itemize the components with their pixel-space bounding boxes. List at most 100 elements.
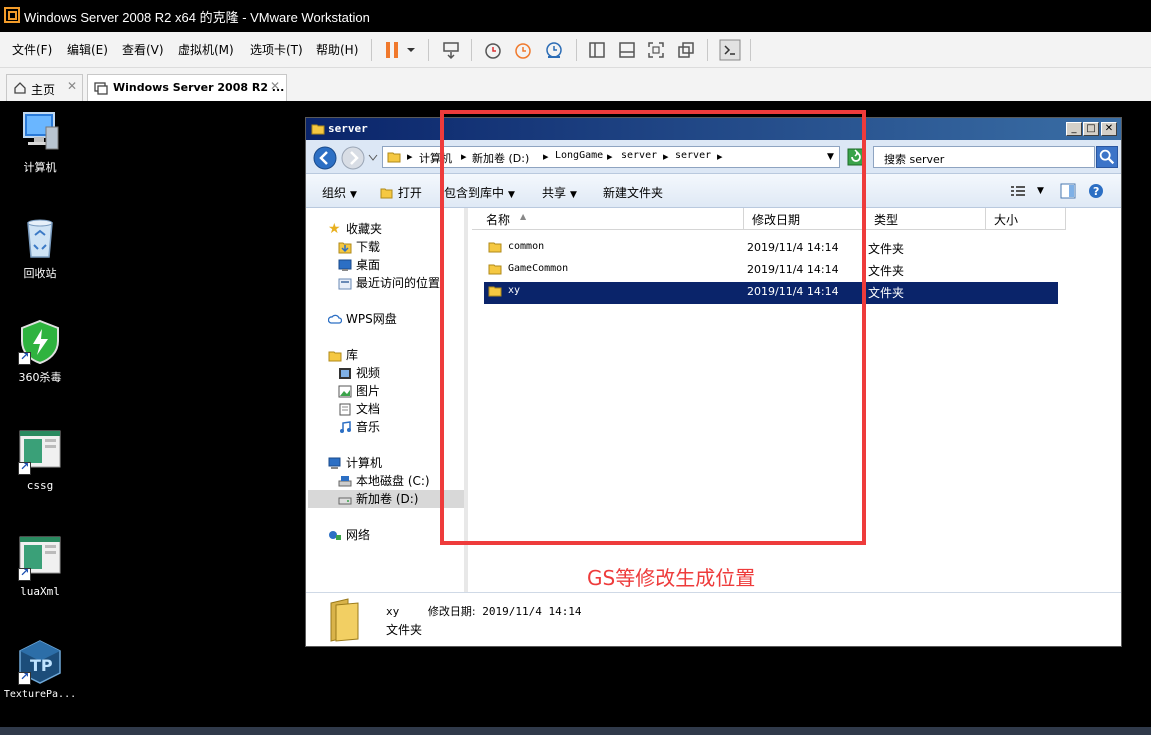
column-header-name[interactable]: 名称 ▲ xyxy=(472,208,744,230)
cloud-icon xyxy=(328,314,342,324)
breadcrumb-computer[interactable]: 计算机 xyxy=(419,150,452,166)
thumbnail-bar-icon[interactable] xyxy=(617,40,637,60)
maximize-button[interactable]: □ xyxy=(1083,122,1099,136)
desktop-icon-texturepacker[interactable]: TP TexturePa... xyxy=(0,639,80,700)
guest-taskbar xyxy=(0,727,1151,735)
organize-button[interactable]: 组织 ▼ xyxy=(322,184,357,201)
refresh-icon[interactable] xyxy=(847,148,865,166)
desktop-icon-cssg[interactable]: cssg xyxy=(0,429,80,492)
menu-help[interactable]: 帮助(H) xyxy=(316,41,358,58)
nav-item-videos[interactable]: 视频 xyxy=(338,364,380,381)
nav-favorites[interactable]: ★ 收藏夹 xyxy=(328,220,382,237)
new-folder-button[interactable]: 新建文件夹 xyxy=(603,184,663,201)
breadcrumb-separator[interactable]: ▸ xyxy=(543,150,549,163)
view-options-icon[interactable] xyxy=(1010,184,1026,198)
include-in-library-button[interactable]: 包含到库中 ▼ xyxy=(444,184,515,201)
breadcrumb-longgame[interactable]: LongGame xyxy=(555,150,603,161)
shortcut-arrow-icon xyxy=(18,350,31,365)
address-bar[interactable]: ▸ 计算机 ▸ 新加卷 (D:) ▸ LongGame ▸ server ▸ s… xyxy=(382,146,840,168)
star-icon: ★ xyxy=(328,221,341,237)
preview-pane-icon[interactable] xyxy=(1060,183,1076,199)
snapshot-icon[interactable] xyxy=(483,40,503,60)
menu-vm[interactable]: 虚拟机(M) xyxy=(178,41,234,58)
toolbar-separator xyxy=(471,39,472,61)
full-screen-icon[interactable] xyxy=(646,40,666,60)
search-icon[interactable] xyxy=(1096,146,1118,168)
nav-item-drive-d[interactable]: 新加卷 (D:) xyxy=(308,490,464,508)
view-dropdown-icon[interactable]: ▼ xyxy=(1037,186,1044,196)
history-dropdown-icon[interactable] xyxy=(368,154,378,162)
chevron-down-icon[interactable] xyxy=(404,40,418,60)
toolbar-separator xyxy=(428,39,429,61)
shortcut-arrow-icon xyxy=(18,566,31,581)
close-button[interactable]: ✕ xyxy=(1101,122,1117,136)
recycle-bin-icon xyxy=(27,219,53,258)
breadcrumb-server-current[interactable]: server xyxy=(675,150,711,161)
tab-vm-label: Windows Server 2008 R2 ... xyxy=(113,81,285,94)
nav-wps-cloud[interactable]: WPS网盘 xyxy=(328,310,397,327)
search-input[interactable]: 搜索 server xyxy=(873,146,1095,168)
menu-edit[interactable]: 编辑(E) xyxy=(67,41,108,58)
console-view-icon[interactable] xyxy=(719,39,741,61)
open-button[interactable]: 打开 xyxy=(380,184,422,201)
sidebar-toggle-icon[interactable] xyxy=(587,40,607,60)
desktop-icon-recycle-bin[interactable]: 回收站 xyxy=(0,215,80,281)
recent-places-icon xyxy=(338,278,352,290)
breadcrumb-separator[interactable]: ▸ xyxy=(407,150,413,163)
nav-item-documents[interactable]: 文档 xyxy=(338,400,380,417)
share-button[interactable]: 共享 ▼ xyxy=(542,184,577,201)
nav-item-desktop[interactable]: 桌面 xyxy=(338,256,380,273)
menu-view[interactable]: 查看(V) xyxy=(122,41,164,58)
folder-icon xyxy=(488,286,502,297)
nav-libraries[interactable]: 库 xyxy=(328,346,358,363)
pause-icon[interactable] xyxy=(382,40,402,60)
nav-computer[interactable]: 计算机 xyxy=(328,454,382,471)
desktop-icon-label: 360杀毒 xyxy=(18,371,62,384)
nav-network[interactable]: 网络 xyxy=(328,526,370,543)
minimize-button[interactable]: _ xyxy=(1066,122,1082,136)
breadcrumb-drive-d[interactable]: 新加卷 (D:) xyxy=(472,150,529,166)
desktop-icon-label: cssg xyxy=(26,479,54,492)
table-row[interactable]: GameCommon 2019/11/4 14:14 文件夹 xyxy=(484,260,1058,280)
address-dropdown-icon[interactable]: ▼ xyxy=(827,152,834,162)
vmware-title-bar: Windows Server 2008 R2 x64 的克隆 - VMware … xyxy=(0,0,1151,32)
desktop-icon-360[interactable]: 360杀毒 xyxy=(0,319,80,385)
nav-item-music[interactable]: 音乐 xyxy=(338,418,380,435)
column-header-type[interactable]: 类型 xyxy=(866,208,986,230)
breadcrumb-separator[interactable]: ▸ xyxy=(461,150,467,163)
column-header-size[interactable]: 大小 xyxy=(986,208,1066,230)
back-icon[interactable] xyxy=(313,146,337,170)
nav-item-downloads[interactable]: 下载 xyxy=(338,238,380,255)
table-row[interactable]: common 2019/11/4 14:14 文件夹 xyxy=(484,238,1058,258)
revert-snapshot-icon[interactable] xyxy=(513,40,533,60)
breadcrumb-separator[interactable]: ▸ xyxy=(663,150,669,163)
help-icon[interactable]: ? xyxy=(1088,183,1104,199)
explorer-title-bar[interactable]: server _ □ ✕ xyxy=(306,118,1121,140)
toolbar-separator xyxy=(371,39,372,61)
tab-home[interactable]: 主页 ✕ xyxy=(6,74,83,101)
desktop-icon-luaxml[interactable]: luaXml xyxy=(0,535,80,598)
unity-icon[interactable] xyxy=(676,40,696,60)
home-icon xyxy=(14,82,26,94)
details-summary: xy 修改日期: 2019/11/4 14:14 xyxy=(386,605,582,618)
send-keys-icon[interactable] xyxy=(441,40,461,60)
snapshot-manager-icon[interactable] xyxy=(544,40,564,60)
nav-item-drive-c[interactable]: 本地磁盘 (C:) xyxy=(338,472,430,489)
nav-item-recent[interactable]: 最近访问的位置 xyxy=(338,274,440,291)
close-icon[interactable]: ✕ xyxy=(270,79,280,93)
tab-vm[interactable]: Windows Server 2008 R2 ... ✕ xyxy=(87,74,287,101)
screen: Windows Server 2008 R2 x64 的克隆 - VMware … xyxy=(0,0,1151,735)
menu-file[interactable]: 文件(F) xyxy=(12,41,52,58)
table-row-selected[interactable]: xy 2019/11/4 14:14 文件夹 xyxy=(484,282,1058,304)
forward-icon[interactable] xyxy=(341,146,365,170)
breadcrumb-separator[interactable]: ▸ xyxy=(607,150,613,163)
column-header-date[interactable]: 修改日期 xyxy=(744,208,866,230)
breadcrumb-server[interactable]: server xyxy=(621,150,657,161)
large-folder-icon xyxy=(330,598,359,642)
close-icon[interactable]: ✕ xyxy=(67,79,77,93)
nav-item-pictures[interactable]: 图片 xyxy=(338,382,380,399)
menu-tabs[interactable]: 选项卡(T) xyxy=(250,41,303,58)
breadcrumb-separator[interactable]: ▸ xyxy=(717,150,723,163)
window-title: Windows Server 2008 R2 x64 的克隆 - VMware … xyxy=(24,10,370,25)
desktop-icon-computer[interactable]: 计算机 xyxy=(0,109,80,175)
